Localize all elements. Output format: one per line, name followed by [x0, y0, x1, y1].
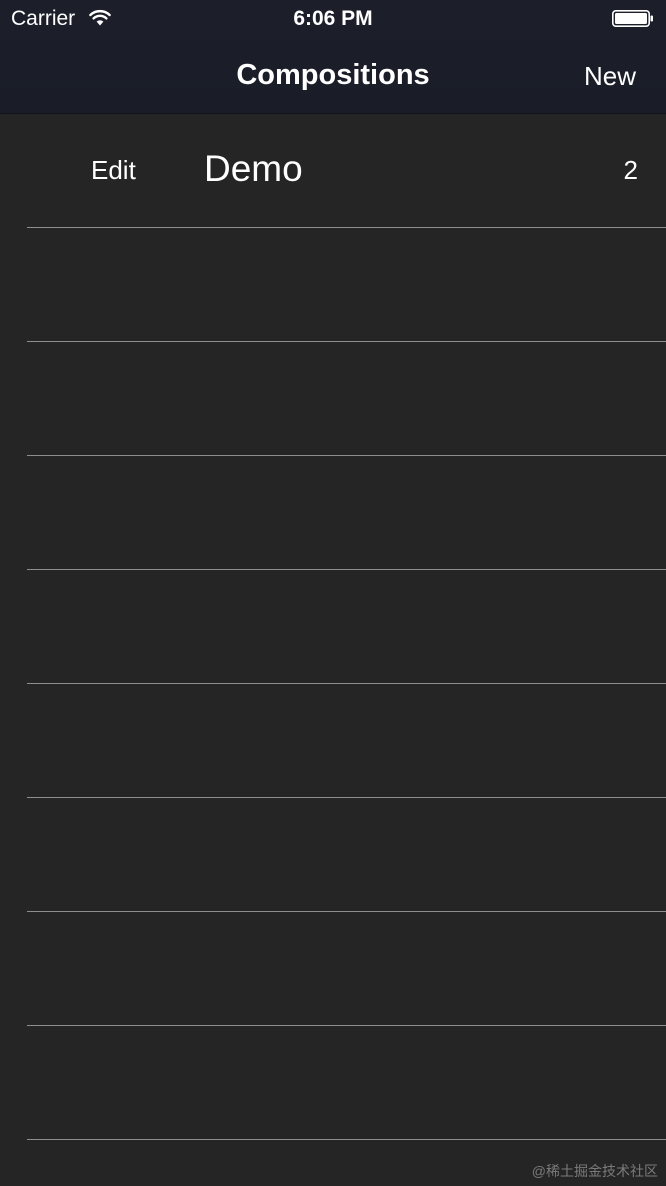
- list-item: [27, 570, 666, 684]
- battery-icon: [612, 10, 653, 27]
- composition-name: Demo: [204, 148, 303, 189]
- list-item: [27, 798, 666, 912]
- status-time: 6:06 PM: [293, 7, 373, 30]
- compositions-list: Edit Demo 2: [0, 114, 666, 1140]
- list-item: [27, 684, 666, 798]
- edit-button[interactable]: Edit: [91, 154, 136, 186]
- new-button[interactable]: New: [584, 60, 636, 92]
- list-item: [27, 912, 666, 1026]
- list-item: [27, 1026, 666, 1140]
- status-bar: Carrier 6:06 PM: [0, 0, 666, 38]
- nav-title: Compositions: [236, 59, 430, 91]
- composition-count: 2: [623, 155, 638, 185]
- list-item: [27, 228, 666, 342]
- list-item: [27, 456, 666, 570]
- top-bar: Carrier 6:06 PM Compositions New: [0, 0, 666, 114]
- list-item: [27, 342, 666, 456]
- compositions-screen: Carrier 6:06 PM Compositions New Edit De…: [0, 0, 666, 1186]
- watermark: @稀土掘金技术社区: [531, 1163, 658, 1179]
- list-item[interactable]: Edit Demo 2: [27, 114, 666, 228]
